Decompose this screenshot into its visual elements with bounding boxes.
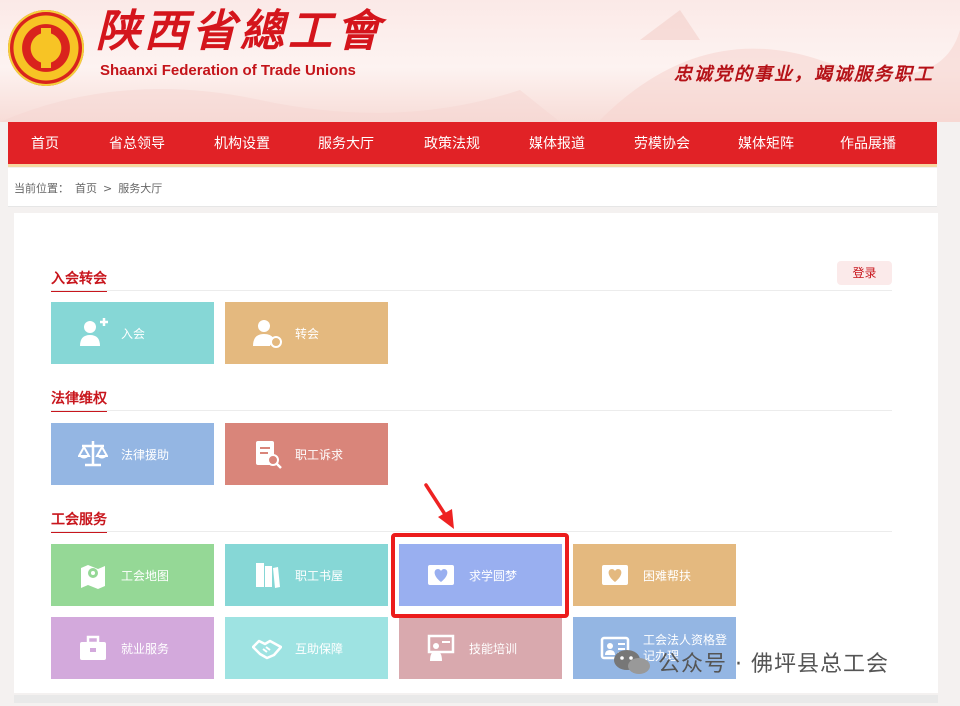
tile-label: 工会地图 — [121, 568, 170, 583]
tile-label: 职工诉求 — [295, 447, 344, 462]
tile-join[interactable]: 入会 — [51, 302, 214, 364]
divider — [51, 290, 892, 291]
highlight-box — [391, 533, 569, 618]
nav-item-leaders[interactable]: 省总领导 — [82, 133, 192, 153]
nav-item-media-matrix[interactable]: 媒体矩阵 — [714, 133, 818, 153]
tile-worker-appeal[interactable]: 职工诉求 — [225, 423, 388, 485]
tile-legal-aid[interactable]: 法律援助 — [51, 423, 214, 485]
handshake-icon — [247, 628, 287, 668]
nav-item-works[interactable]: 作品展播 — [818, 133, 918, 153]
tile-label: 就业服务 — [121, 641, 170, 656]
site-subtitle: Shaanxi Federation of Trade Unions — [100, 62, 356, 79]
section-title-membership: 入会转会 — [51, 268, 107, 292]
tile-worker-library[interactable]: 职工书屋 — [225, 544, 388, 606]
tile-label: 互助保障 — [295, 641, 344, 656]
tile-hardship-aid[interactable]: 困难帮扶 — [573, 544, 736, 606]
divider — [51, 531, 892, 532]
tile-label: 法律援助 — [121, 447, 170, 462]
training-icon — [421, 628, 461, 668]
slogan: 忠诚党的事业，竭诚服务职工 — [674, 64, 934, 85]
tile-label: 职工书屋 — [295, 568, 344, 583]
watermark-text: 公众号 · 佛坪县总工会 — [658, 652, 889, 677]
book-icon — [247, 555, 287, 595]
footer-strip — [14, 695, 938, 703]
breadcrumb: 当前位置： 首页 > 服务大厅 — [14, 180, 168, 196]
tile-transfer[interactable]: 转会 — [225, 302, 388, 364]
divider — [51, 410, 892, 411]
section-title-text: 法律维权 — [51, 391, 107, 407]
site-title[interactable]: 陕西省總工會 — [96, 4, 384, 60]
scale-icon — [73, 434, 113, 474]
tile-label: 技能培训 — [469, 641, 518, 656]
section-title-union-services: 工会服务 — [51, 509, 107, 533]
nav-item-organization[interactable]: 机构设置 — [192, 133, 292, 153]
service-panel: 登录 入会转会 入会 转会 法律维权 法律援助 职工诉求 工会服务 工会地图 职… — [14, 213, 938, 693]
tile-employment-service[interactable]: 就业服务 — [51, 617, 214, 679]
tile-union-map[interactable]: 工会地图 — [51, 544, 214, 606]
login-button[interactable]: 登录 — [837, 261, 892, 285]
document-search-icon — [247, 434, 287, 474]
nav-item-service-hall[interactable]: 服务大厅 — [292, 133, 400, 153]
breadcrumb-current: 服务大厅 — [118, 182, 163, 195]
heart-card-icon — [595, 555, 635, 595]
breadcrumb-label: 当前位置： — [14, 182, 69, 195]
tile-mutual-protection[interactable]: 互助保障 — [225, 617, 388, 679]
nav-item-policy[interactable]: 政策法规 — [400, 133, 504, 153]
breadcrumb-bar: 当前位置： 首页 > 服务大厅 — [8, 168, 937, 207]
tile-label: 入会 — [121, 326, 146, 341]
transfer-user-icon — [247, 313, 287, 353]
arrow-icon — [424, 483, 454, 529]
site-header: 陕西省總工會 Shaanxi Federation of Trade Union… — [0, 0, 960, 122]
union-logo-icon[interactable] — [8, 10, 84, 86]
nav-item-media-reports[interactable]: 媒体报道 — [504, 133, 610, 153]
tile-skill-training[interactable]: 技能培训 — [399, 617, 562, 679]
watermark: 公众号 · 佛坪县总工会 — [612, 646, 889, 678]
add-user-icon — [73, 313, 113, 353]
breadcrumb-separator: > — [103, 182, 113, 195]
tile-label: 困难帮扶 — [643, 568, 692, 583]
section-title-text: 入会转会 — [51, 271, 107, 287]
section-title-text: 工会服务 — [51, 512, 107, 528]
map-pin-icon — [73, 555, 113, 595]
briefcase-icon — [73, 628, 113, 668]
tile-label: 转会 — [295, 326, 320, 341]
wechat-icon — [614, 650, 650, 674]
nav-item-model-workers[interactable]: 劳模协会 — [610, 133, 714, 153]
main-nav: 首页 省总领导 机构设置 服务大厅 政策法规 媒体报道 劳模协会 媒体矩阵 作品… — [8, 122, 937, 167]
section-title-legal: 法律维权 — [51, 388, 107, 412]
nav-item-home[interactable]: 首页 — [8, 133, 82, 153]
breadcrumb-home[interactable]: 首页 — [75, 182, 97, 195]
